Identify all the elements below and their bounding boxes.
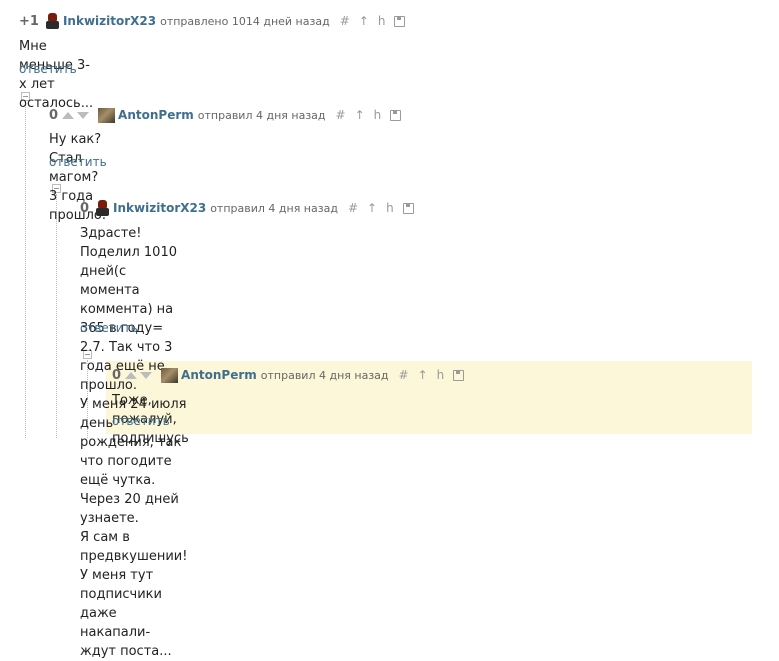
helmet-avatar[interactable] (45, 13, 60, 29)
username-link[interactable]: InkwizitorX23 (113, 201, 206, 215)
photo-avatar[interactable] (161, 367, 179, 383)
branch-icon[interactable]: h (386, 201, 394, 215)
save-icon[interactable] (390, 109, 402, 121)
save-icon[interactable] (453, 369, 465, 381)
save-icon[interactable] (402, 202, 414, 214)
vote-down-icon[interactable] (140, 371, 153, 379)
username-link[interactable]: InkwizitorX23 (63, 14, 156, 28)
rating-value: 0 (112, 367, 122, 383)
username-link[interactable]: AntonPerm (181, 368, 257, 382)
arrow-up-icon[interactable]: ↑ (359, 14, 369, 28)
reply-link[interactable]: ответить (80, 321, 138, 335)
arrow-up-icon[interactable]: ↑ (367, 201, 377, 215)
sent-time: отправил 4 дня назад (260, 368, 389, 382)
hash-link-icon[interactable]: # (348, 201, 358, 215)
sent-time: отправил 4 дня назад (210, 201, 338, 215)
vote-up-icon[interactable] (62, 111, 75, 119)
reply-link[interactable]: ответить (49, 155, 107, 169)
rating-value: +1 (19, 13, 39, 29)
photo-avatar[interactable] (98, 107, 116, 123)
arrow-up-icon[interactable]: ↑ (355, 108, 365, 122)
branch-icon[interactable]: h (437, 368, 445, 382)
sent-time: отправил 4 дня назад (197, 108, 326, 122)
rating-value: 0 (49, 107, 59, 123)
username-link[interactable]: AntonPerm (118, 108, 194, 122)
rating-value: 0 (80, 200, 90, 216)
vote-up-icon[interactable] (125, 371, 138, 379)
thread-line (56, 194, 57, 438)
save-icon[interactable] (394, 15, 406, 27)
thread-line (25, 102, 26, 438)
hash-link-icon[interactable]: # (340, 14, 350, 28)
hash-link-icon[interactable]: # (399, 368, 409, 382)
comment-text-line: Я сам в предвкушении! (80, 530, 188, 564)
helmet-avatar[interactable] (95, 200, 110, 216)
arrow-up-icon[interactable]: ↑ (418, 368, 428, 382)
sent-time: отправлено 1014 дней назад (160, 14, 330, 28)
branch-icon[interactable]: h (374, 108, 382, 122)
hash-link-icon[interactable]: # (336, 108, 346, 122)
branch-icon[interactable]: h (378, 14, 386, 28)
comment-text-line: У меня тут подписчики даже накапали- жду… (80, 568, 172, 659)
vote-down-icon[interactable] (77, 111, 90, 119)
comment-text-line: Здрасте! (80, 226, 142, 241)
reply-link[interactable]: ответить (19, 62, 77, 76)
reply-link[interactable]: ответить (112, 414, 170, 428)
